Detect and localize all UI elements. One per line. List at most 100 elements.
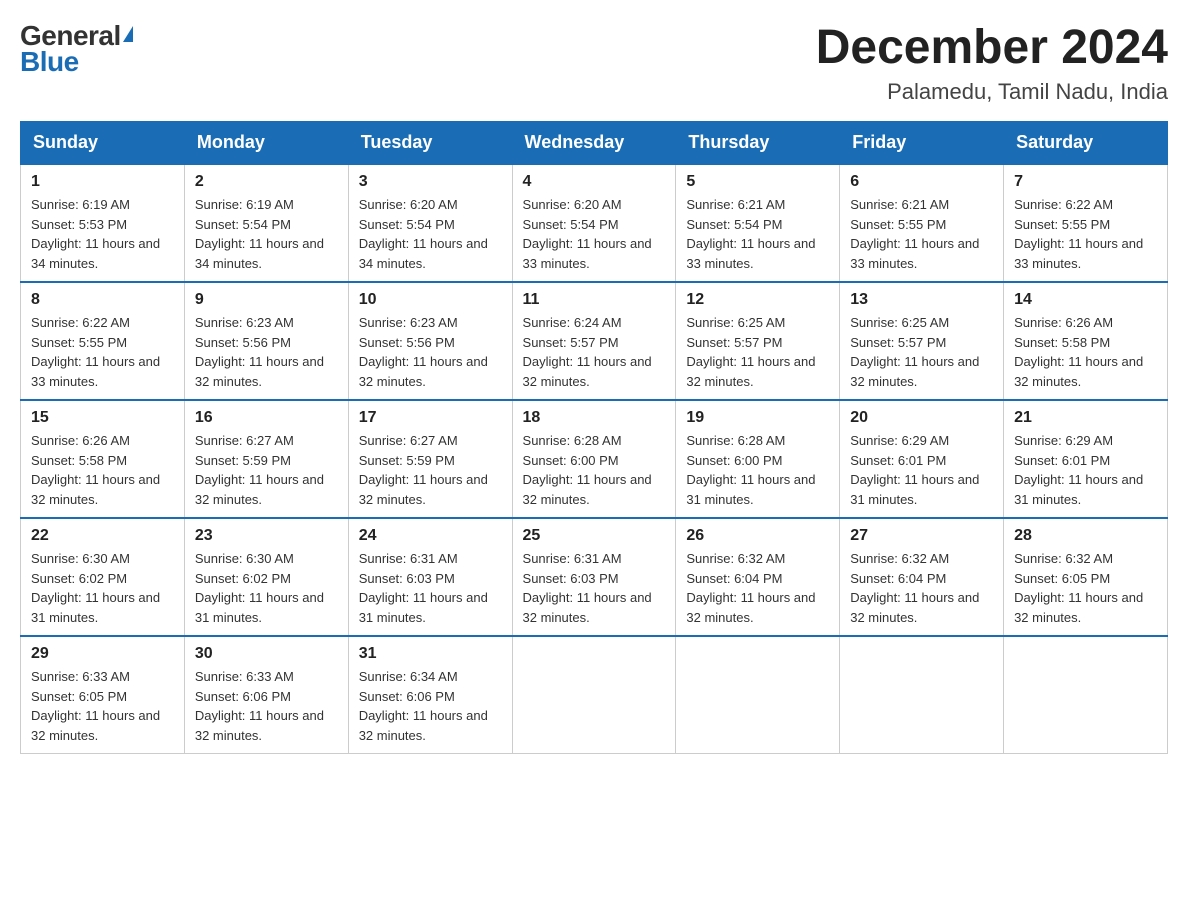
day-info: Sunrise: 6:31 AMSunset: 6:03 PMDaylight:… — [523, 549, 666, 627]
page-header: General Blue December 2024 Palamedu, Tam… — [20, 20, 1168, 105]
day-info: Sunrise: 6:24 AMSunset: 5:57 PMDaylight:… — [523, 313, 666, 391]
calendar-cell: 25 Sunrise: 6:31 AMSunset: 6:03 PMDayligh… — [512, 518, 676, 636]
day-info: Sunrise: 6:22 AMSunset: 5:55 PMDaylight:… — [31, 313, 174, 391]
day-info: Sunrise: 6:20 AMSunset: 5:54 PMDaylight:… — [359, 195, 502, 273]
calendar-cell: 1 Sunrise: 6:19 AMSunset: 5:53 PMDaylight… — [21, 164, 185, 282]
day-info: Sunrise: 6:28 AMSunset: 6:00 PMDaylight:… — [523, 431, 666, 509]
calendar-week-row: 15Sunrise: 6:26 AMSunset: 5:58 PMDayligh… — [21, 400, 1168, 518]
day-header-tuesday: Tuesday — [348, 122, 512, 165]
calendar-table: SundayMondayTuesdayWednesdayThursdayFrid… — [20, 121, 1168, 754]
calendar-cell: 17Sunrise: 6:27 AMSunset: 5:59 PMDayligh… — [348, 400, 512, 518]
days-of-week-row: SundayMondayTuesdayWednesdayThursdayFrid… — [21, 122, 1168, 165]
day-number: 6 — [850, 173, 993, 191]
day-info: Sunrise: 6:34 AMSunset: 6:06 PMDaylight:… — [359, 667, 502, 745]
calendar-week-row: 8 Sunrise: 6:22 AMSunset: 5:55 PMDaylight… — [21, 282, 1168, 400]
day-number: 13 — [850, 291, 993, 309]
day-info: Sunrise: 6:22 AMSunset: 5:55 PMDaylight:… — [1014, 195, 1157, 273]
day-info: Sunrise: 6:27 AMSunset: 5:59 PMDaylight:… — [195, 431, 338, 509]
day-number: 29 — [31, 645, 174, 663]
day-number: 16 — [195, 409, 338, 427]
calendar-cell: 10 Sunrise: 6:23 AMSunset: 5:56 PMDayligh… — [348, 282, 512, 400]
day-info: Sunrise: 6:26 AMSunset: 5:58 PMDaylight:… — [1014, 313, 1157, 391]
calendar-cell: 2Sunrise: 6:19 AMSunset: 5:54 PMDaylight… — [184, 164, 348, 282]
calendar-header: SundayMondayTuesdayWednesdayThursdayFrid… — [21, 122, 1168, 165]
day-number: 28 — [1014, 527, 1157, 545]
calendar-cell — [1004, 636, 1168, 754]
calendar-cell: 19 Sunrise: 6:28 AMSunset: 6:00 PMDayligh… — [676, 400, 840, 518]
day-number: 14 — [1014, 291, 1157, 309]
calendar-cell: 15Sunrise: 6:26 AMSunset: 5:58 PMDayligh… — [21, 400, 185, 518]
logo-triangle-icon — [123, 26, 133, 42]
calendar-week-row: 22 Sunrise: 6:30 AMSunset: 6:02 PMDayligh… — [21, 518, 1168, 636]
day-number: 23 — [195, 527, 338, 545]
title-block: December 2024 Palamedu, Tamil Nadu, Indi… — [816, 20, 1168, 105]
day-info: Sunrise: 6:23 AMSunset: 5:56 PMDaylight:… — [195, 313, 338, 391]
day-number: 17 — [359, 409, 502, 427]
calendar-cell — [676, 636, 840, 754]
day-number: 26 — [686, 527, 829, 545]
day-number: 10 — [359, 291, 502, 309]
month-title: December 2024 — [816, 20, 1168, 75]
calendar-cell: 4 Sunrise: 6:20 AMSunset: 5:54 PMDaylight… — [512, 164, 676, 282]
calendar-cell: 27 Sunrise: 6:32 AMSunset: 6:04 PMDayligh… — [840, 518, 1004, 636]
day-info: Sunrise: 6:21 AMSunset: 5:54 PMDaylight:… — [686, 195, 829, 273]
day-header-sunday: Sunday — [21, 122, 185, 165]
day-info: Sunrise: 6:33 AMSunset: 6:06 PMDaylight:… — [195, 667, 338, 745]
day-number: 4 — [523, 173, 666, 191]
day-header-wednesday: Wednesday — [512, 122, 676, 165]
day-number: 22 — [31, 527, 174, 545]
logo-blue-text: Blue — [20, 46, 79, 78]
calendar-cell: 5 Sunrise: 6:21 AMSunset: 5:54 PMDaylight… — [676, 164, 840, 282]
calendar-cell: 16 Sunrise: 6:27 AMSunset: 5:59 PMDayligh… — [184, 400, 348, 518]
day-info: Sunrise: 6:29 AMSunset: 6:01 PMDaylight:… — [850, 431, 993, 509]
day-header-friday: Friday — [840, 122, 1004, 165]
calendar-cell: 3Sunrise: 6:20 AMSunset: 5:54 PMDaylight… — [348, 164, 512, 282]
day-info: Sunrise: 6:32 AMSunset: 6:04 PMDaylight:… — [850, 549, 993, 627]
day-info: Sunrise: 6:26 AMSunset: 5:58 PMDaylight:… — [31, 431, 174, 509]
calendar-cell: 8 Sunrise: 6:22 AMSunset: 5:55 PMDaylight… — [21, 282, 185, 400]
calendar-cell: 7 Sunrise: 6:22 AMSunset: 5:55 PMDaylight… — [1004, 164, 1168, 282]
day-info: Sunrise: 6:28 AMSunset: 6:00 PMDaylight:… — [686, 431, 829, 509]
calendar-cell: 6 Sunrise: 6:21 AMSunset: 5:55 PMDaylight… — [840, 164, 1004, 282]
day-info: Sunrise: 6:21 AMSunset: 5:55 PMDaylight:… — [850, 195, 993, 273]
calendar-cell: 31 Sunrise: 6:34 AMSunset: 6:06 PMDayligh… — [348, 636, 512, 754]
day-number: 8 — [31, 291, 174, 309]
calendar-week-row: 29 Sunrise: 6:33 AMSunset: 6:05 PMDayligh… — [21, 636, 1168, 754]
day-number: 31 — [359, 645, 502, 663]
location-title: Palamedu, Tamil Nadu, India — [816, 79, 1168, 105]
day-info: Sunrise: 6:19 AMSunset: 5:54 PMDaylight:… — [195, 195, 338, 273]
calendar-cell: 23 Sunrise: 6:30 AMSunset: 6:02 PMDayligh… — [184, 518, 348, 636]
day-number: 5 — [686, 173, 829, 191]
day-number: 30 — [195, 645, 338, 663]
day-number: 1 — [31, 173, 174, 191]
calendar-cell: 13 Sunrise: 6:25 AMSunset: 5:57 PMDayligh… — [840, 282, 1004, 400]
day-info: Sunrise: 6:25 AMSunset: 5:57 PMDaylight:… — [850, 313, 993, 391]
day-number: 21 — [1014, 409, 1157, 427]
day-number: 7 — [1014, 173, 1157, 191]
day-info: Sunrise: 6:30 AMSunset: 6:02 PMDaylight:… — [195, 549, 338, 627]
calendar-cell: 12Sunrise: 6:25 AMSunset: 5:57 PMDayligh… — [676, 282, 840, 400]
day-info: Sunrise: 6:33 AMSunset: 6:05 PMDaylight:… — [31, 667, 174, 745]
day-header-monday: Monday — [184, 122, 348, 165]
day-info: Sunrise: 6:19 AMSunset: 5:53 PMDaylight:… — [31, 195, 174, 273]
day-info: Sunrise: 6:31 AMSunset: 6:03 PMDaylight:… — [359, 549, 502, 627]
calendar-cell: 20Sunrise: 6:29 AMSunset: 6:01 PMDayligh… — [840, 400, 1004, 518]
calendar-cell: 18Sunrise: 6:28 AMSunset: 6:00 PMDayligh… — [512, 400, 676, 518]
day-header-saturday: Saturday — [1004, 122, 1168, 165]
day-number: 24 — [359, 527, 502, 545]
calendar-cell — [512, 636, 676, 754]
day-info: Sunrise: 6:23 AMSunset: 5:56 PMDaylight:… — [359, 313, 502, 391]
day-info: Sunrise: 6:20 AMSunset: 5:54 PMDaylight:… — [523, 195, 666, 273]
calendar-cell: 28Sunrise: 6:32 AMSunset: 6:05 PMDayligh… — [1004, 518, 1168, 636]
calendar-week-row: 1 Sunrise: 6:19 AMSunset: 5:53 PMDaylight… — [21, 164, 1168, 282]
calendar-cell: 26 Sunrise: 6:32 AMSunset: 6:04 PMDayligh… — [676, 518, 840, 636]
calendar-cell: 9Sunrise: 6:23 AMSunset: 5:56 PMDaylight… — [184, 282, 348, 400]
day-number: 25 — [523, 527, 666, 545]
day-info: Sunrise: 6:29 AMSunset: 6:01 PMDaylight:… — [1014, 431, 1157, 509]
day-number: 12 — [686, 291, 829, 309]
day-info: Sunrise: 6:32 AMSunset: 6:04 PMDaylight:… — [686, 549, 829, 627]
day-number: 19 — [686, 409, 829, 427]
calendar-cell — [840, 636, 1004, 754]
day-number: 27 — [850, 527, 993, 545]
calendar-cell: 29 Sunrise: 6:33 AMSunset: 6:05 PMDayligh… — [21, 636, 185, 754]
